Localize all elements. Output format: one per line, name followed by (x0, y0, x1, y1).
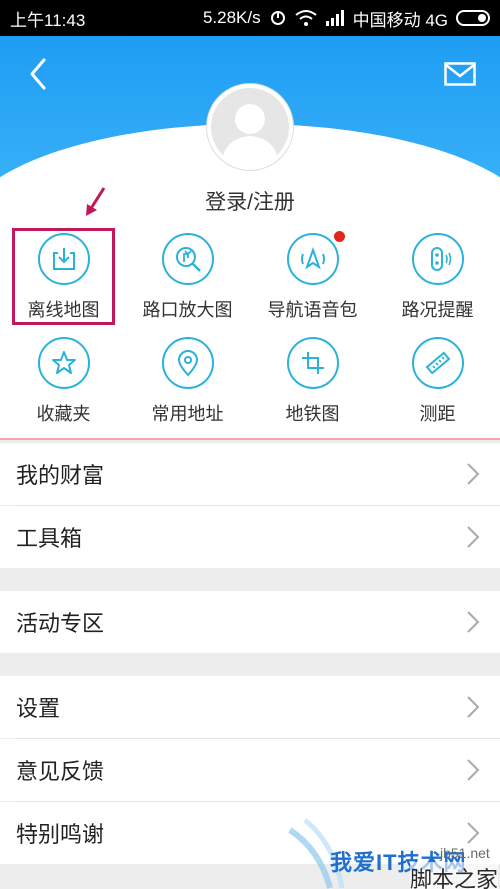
ruler-icon (411, 337, 464, 389)
back-chevron-icon[interactable] (22, 56, 56, 92)
grid-label: 收藏夹 (36, 404, 91, 424)
subway-icon (286, 337, 339, 389)
signal-icon (325, 10, 344, 26)
annotation-arrow-icon (86, 187, 106, 216)
menu-item-activity-zone[interactable]: 活动专区 (0, 591, 500, 653)
status-bar: 上午11:43 5.28K/s 中国移动 4G (0, 0, 500, 36)
watermark-domain: jb51.net (440, 845, 490, 861)
menu-item-my-wealth[interactable]: 我的财富 (0, 443, 500, 505)
chevron-right-icon (467, 696, 480, 718)
menu-item-toolbox[interactable]: 工具箱 (0, 506, 500, 568)
grid-item-frequent-address[interactable]: 常用地址 (125, 337, 250, 426)
chevron-right-icon (467, 822, 480, 844)
menu-label: 工具箱 (16, 526, 83, 551)
network-speed: 5.28K/s (202, 8, 261, 27)
battery-icon (456, 10, 490, 26)
grid-label: 测距 (419, 404, 456, 424)
grid-label: 常用地址 (151, 404, 224, 424)
menu-label: 特别鸣谢 (16, 822, 105, 847)
avatar[interactable] (207, 84, 293, 170)
grid-item-favorites[interactable]: 收藏夹 (1, 337, 126, 426)
status-time: 上午11:43 (10, 10, 86, 30)
grid-label: 路况提醒 (401, 300, 474, 320)
highlight-box (12, 228, 115, 325)
chevron-right-icon (467, 759, 480, 781)
menu-label: 我的财富 (16, 463, 105, 488)
grid-item-junction-zoom[interactable]: 路口放大图 (125, 233, 250, 322)
location-pin-icon (161, 337, 214, 389)
star-icon (37, 337, 90, 389)
grid-label: 路口放大图 (142, 300, 233, 320)
zoom-junction-icon (161, 233, 214, 285)
section-separator (0, 438, 500, 440)
menu-label: 意见反馈 (16, 759, 105, 784)
grid-label: 地铁图 (285, 404, 340, 424)
menu-label: 设置 (16, 696, 61, 721)
login-register-link[interactable]: 登录/注册 (0, 186, 500, 216)
grid-item-traffic-alert[interactable]: 路况提醒 (375, 233, 500, 322)
chevron-right-icon (467, 526, 480, 548)
chevron-right-icon (467, 463, 480, 485)
grid-item-voice-pack[interactable]: 导航语音包 (250, 231, 375, 322)
red-dot-badge (333, 231, 345, 242)
menu-item-feedback[interactable]: 意见反馈 (0, 739, 500, 801)
watermark-site: 脚本之家 (410, 862, 499, 889)
carrier-label: 中国移动 4G (352, 10, 448, 30)
chevron-right-icon (467, 611, 480, 633)
sync-icon (270, 11, 285, 25)
voice-pack-icon (286, 231, 345, 285)
grid-item-measure[interactable]: 测距 (375, 337, 500, 426)
menu-item-settings[interactable]: 设置 (0, 676, 500, 738)
wifi-icon (294, 10, 317, 26)
traffic-icon (411, 233, 464, 285)
default-avatar-icon (211, 88, 289, 166)
grid-item-subway-map[interactable]: 地铁图 (250, 337, 375, 426)
grid-label: 导航语音包 (267, 300, 358, 320)
mail-icon[interactable] (444, 62, 476, 86)
menu-label: 活动专区 (16, 611, 105, 636)
